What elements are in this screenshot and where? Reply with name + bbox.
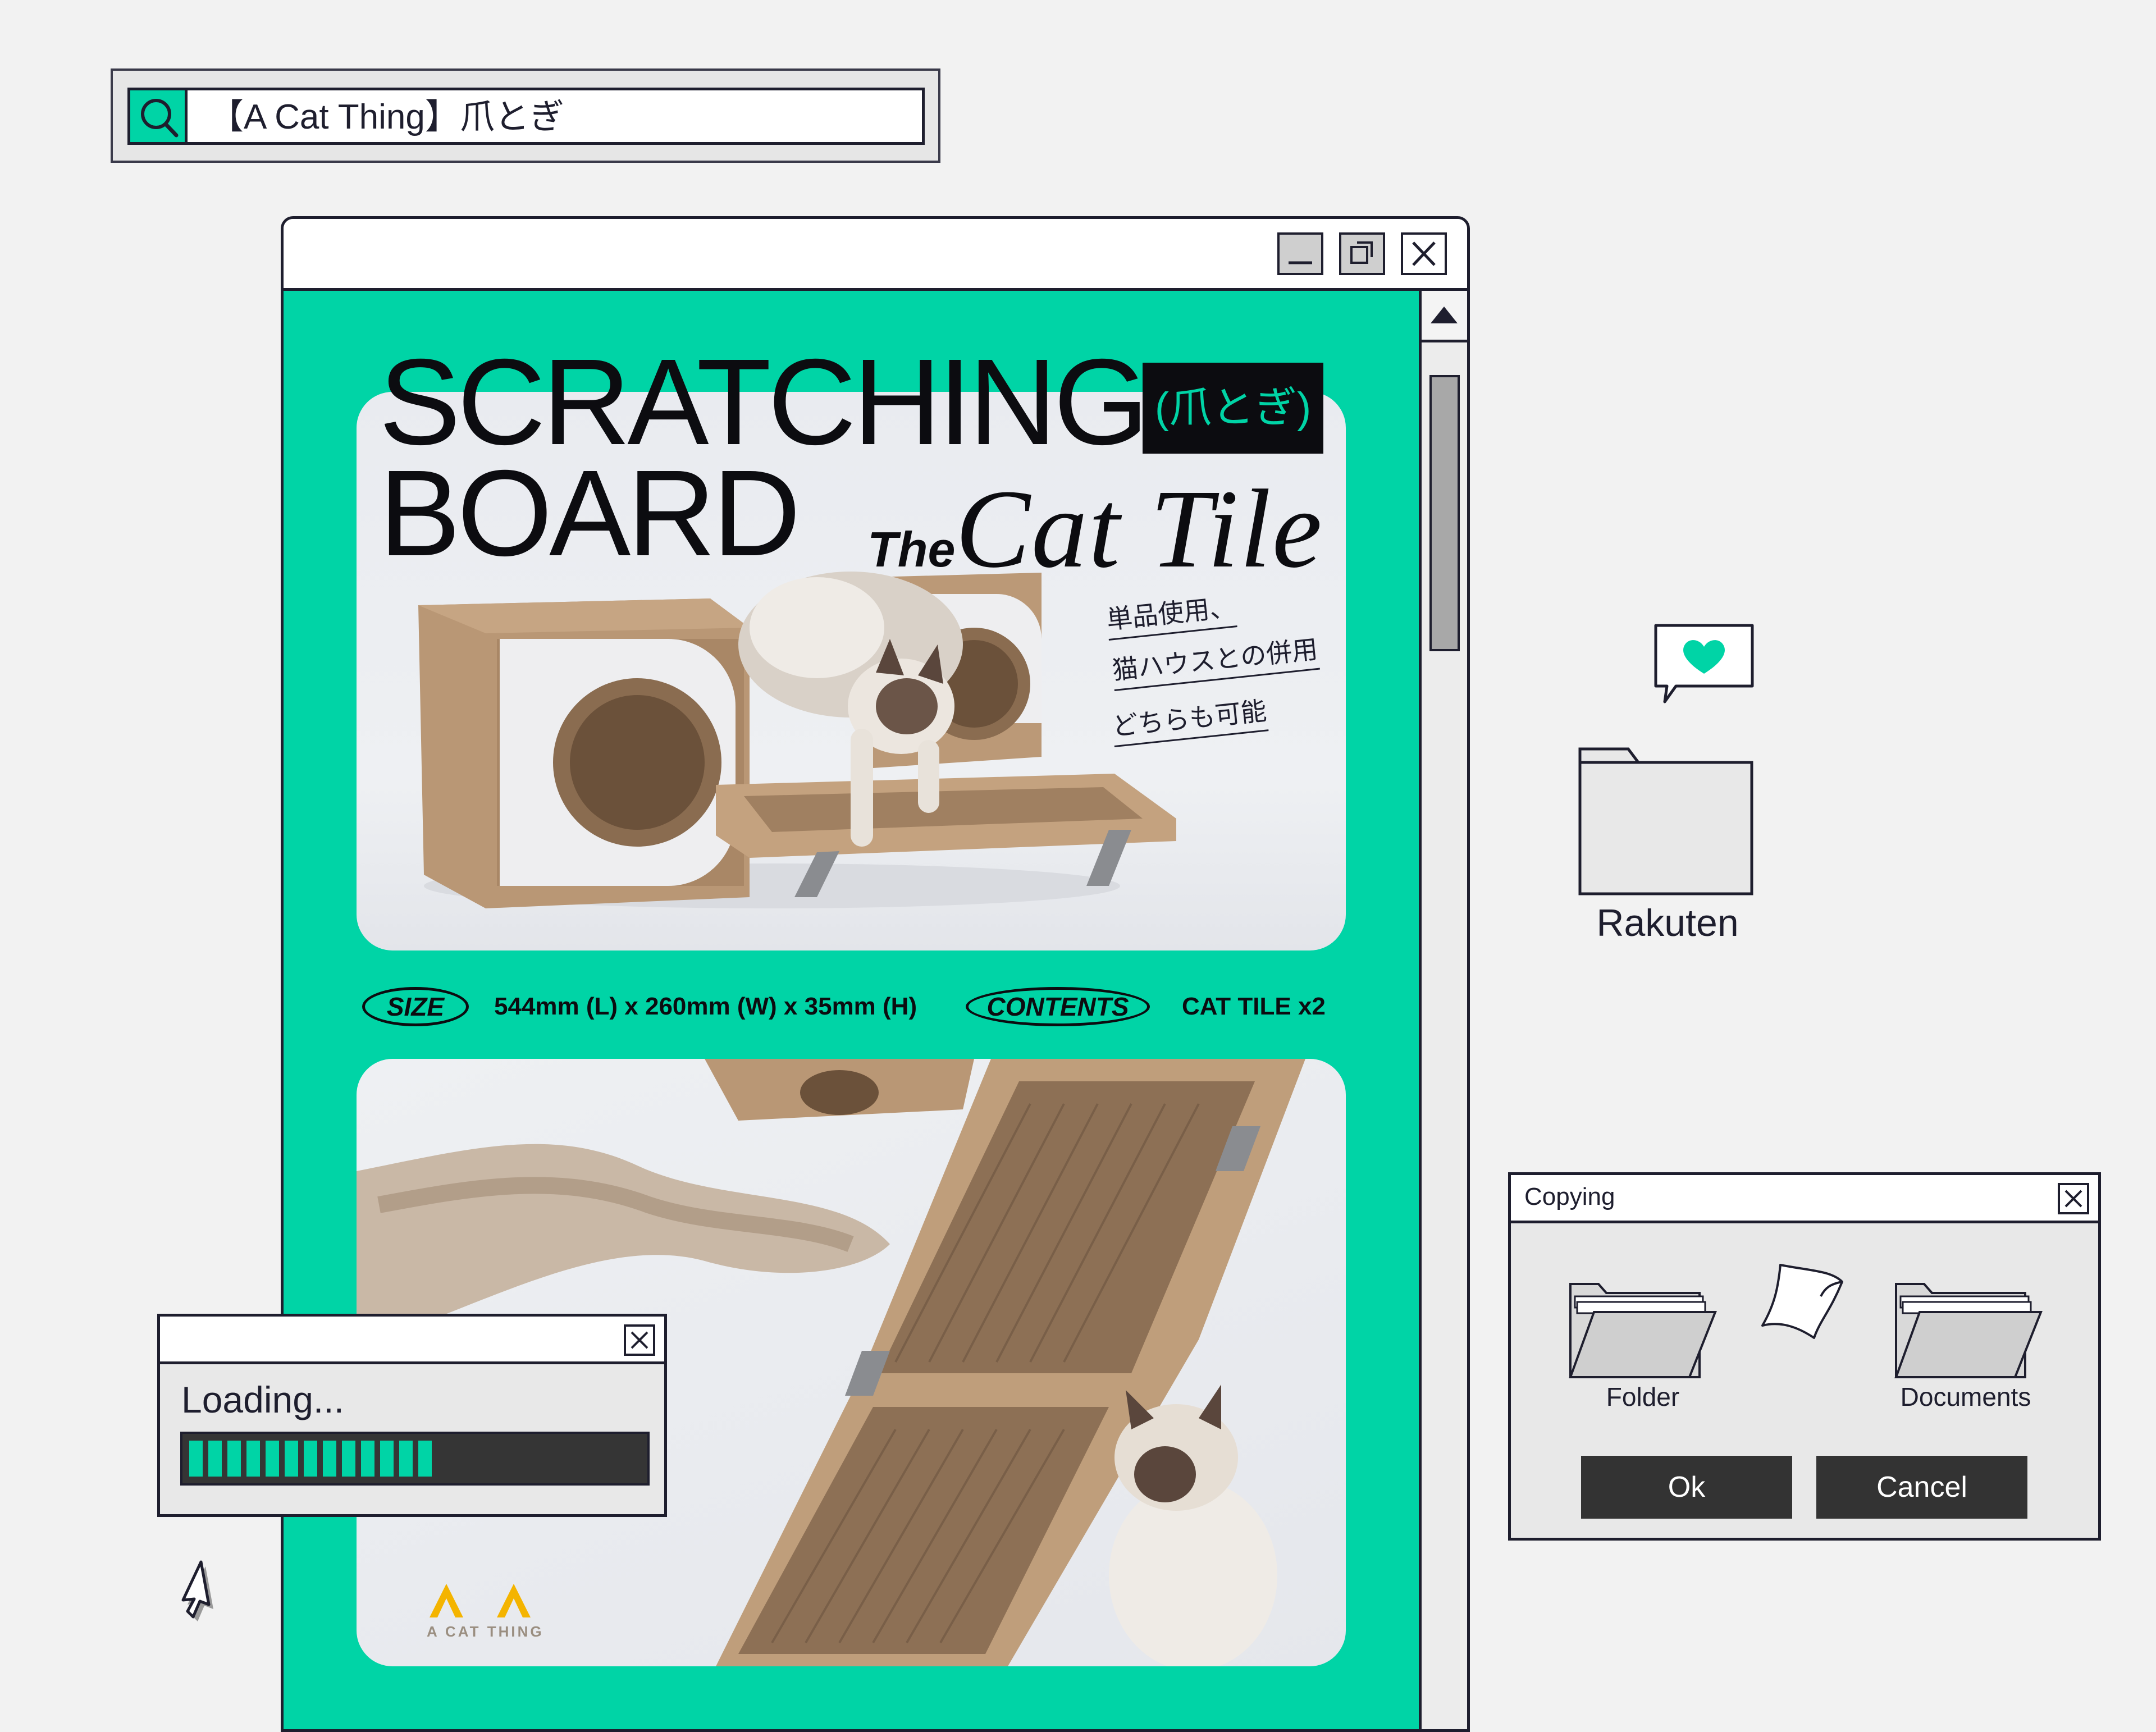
copy-titlebar[interactable]: Copying — [1511, 1175, 2098, 1223]
copy-dialog: Copying Folder Documents Ok Cancel — [1508, 1172, 2101, 1541]
documents-folder-label: Documents — [1900, 1382, 2031, 1411]
loading-close-button[interactable] — [624, 1324, 655, 1356]
a-cat-thing-logo-icon — [430, 1584, 531, 1617]
minimize-icon — [1289, 261, 1312, 264]
copy-title: Copying — [1524, 1183, 1615, 1210]
rakuten-folder[interactable] — [1578, 740, 1757, 897]
source-folder-icon — [1569, 1283, 1717, 1378]
chat-bubble[interactable] — [1653, 623, 1755, 705]
folder-icon — [1578, 747, 1753, 895]
search-field[interactable]: 【A Cat Thing】爪とぎ — [127, 88, 925, 145]
documents-folder-icon — [1894, 1283, 2043, 1378]
progress-segment — [380, 1441, 394, 1477]
restore-button[interactable] — [1339, 232, 1385, 275]
loading-window: Loading... — [157, 1314, 667, 1517]
window-titlebar[interactable] — [284, 219, 1467, 291]
size-value: 544mm (L) x 260mm (W) x 35mm (H) — [494, 993, 917, 1020]
progress-segment — [189, 1441, 203, 1477]
product-name-the: The — [867, 522, 956, 577]
loading-titlebar[interactable] — [160, 1317, 664, 1364]
loading-text: Loading... — [181, 1379, 344, 1420]
search-icon — [141, 99, 179, 138]
close-button[interactable] — [1401, 232, 1447, 275]
progress-segment — [342, 1441, 355, 1477]
progress-segment — [304, 1441, 317, 1477]
jp-tag: (爪とぎ) — [1143, 363, 1323, 454]
progress-segment — [208, 1441, 222, 1477]
headline-line-1: SCRATCHING — [379, 334, 1149, 470]
progress-segment — [285, 1441, 298, 1477]
restore-icon — [1350, 241, 1373, 264]
close-icon — [2064, 1190, 2082, 1208]
close-icon — [631, 1331, 648, 1349]
copy-close-button[interactable] — [2058, 1183, 2089, 1214]
document-icon — [1761, 1264, 1843, 1339]
progress-segment — [361, 1441, 374, 1477]
cancel-button[interactable]: Cancel — [1816, 1456, 2027, 1519]
contents-value: CAT TILE x2 — [1182, 993, 1326, 1020]
search-bar: 【A Cat Thing】爪とぎ — [111, 68, 940, 163]
progress-segment — [418, 1441, 432, 1477]
rakuten-folder-label: Rakuten — [1596, 902, 1739, 944]
search-button[interactable] — [130, 90, 188, 142]
search-input[interactable]: 【A Cat Thing】爪とぎ — [209, 95, 564, 140]
scroll-thumb[interactable] — [1429, 375, 1460, 651]
progress-segment — [227, 1441, 241, 1477]
ok-button[interactable]: Ok — [1581, 1456, 1792, 1519]
progress-segment — [399, 1441, 413, 1477]
progress-segment — [323, 1441, 336, 1477]
contents-pill: CONTENTS — [966, 987, 1150, 1026]
product-name: TheCat Tile — [867, 465, 1323, 593]
triangle-up-icon — [1431, 307, 1458, 323]
progress-bar — [180, 1432, 650, 1486]
source-folder-label: Folder — [1606, 1382, 1680, 1411]
minimize-button[interactable] — [1277, 232, 1323, 275]
progress-segment — [246, 1441, 260, 1477]
scroll-up-button[interactable] — [1422, 291, 1467, 342]
heart-chat-icon — [1654, 624, 1754, 703]
close-icon — [1412, 241, 1436, 266]
cursor-icon — [181, 1560, 213, 1621]
logo-text: A CAT THING — [427, 1623, 544, 1640]
progress-segment — [266, 1441, 279, 1477]
product-name-main: Cat Tile — [955, 467, 1323, 591]
scrollbar[interactable] — [1419, 291, 1467, 1729]
size-pill: SIZE — [362, 987, 469, 1026]
